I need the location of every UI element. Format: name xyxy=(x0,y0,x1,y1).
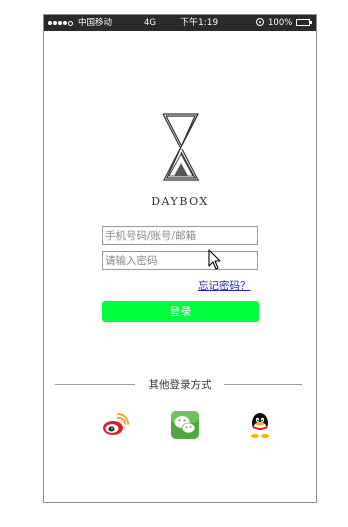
status-time: 下午1:19 xyxy=(180,18,219,28)
forgot-password-link[interactable]: 忘记密码？ xyxy=(198,278,251,293)
network-type: 4G xyxy=(144,18,156,28)
phone-frame: 中国移动 4G 下午1:19 100% DAYBOX 忘记密码？ 登录 其他登录… xyxy=(43,14,317,503)
status-bar: 中国移动 4G 下午1:19 100% xyxy=(44,15,316,31)
carrier-label: 中国移动 xyxy=(78,18,113,28)
rotation-lock-icon xyxy=(256,18,264,26)
account-input[interactable] xyxy=(102,226,258,245)
qq-icon[interactable] xyxy=(246,411,274,439)
weibo-icon[interactable] xyxy=(101,411,129,439)
divider-right xyxy=(224,384,302,385)
password-input[interactable] xyxy=(102,251,258,270)
mouse-cursor-icon xyxy=(208,249,221,270)
wechat-icon[interactable] xyxy=(171,411,199,439)
battery-icon xyxy=(296,19,312,26)
login-button[interactable]: 登录 xyxy=(102,301,259,322)
signal-dots-icon xyxy=(48,15,73,31)
battery-percentage: 100% xyxy=(268,18,293,28)
hourglass-logo-icon xyxy=(162,113,199,181)
brand-name: DAYBOX xyxy=(151,195,209,208)
